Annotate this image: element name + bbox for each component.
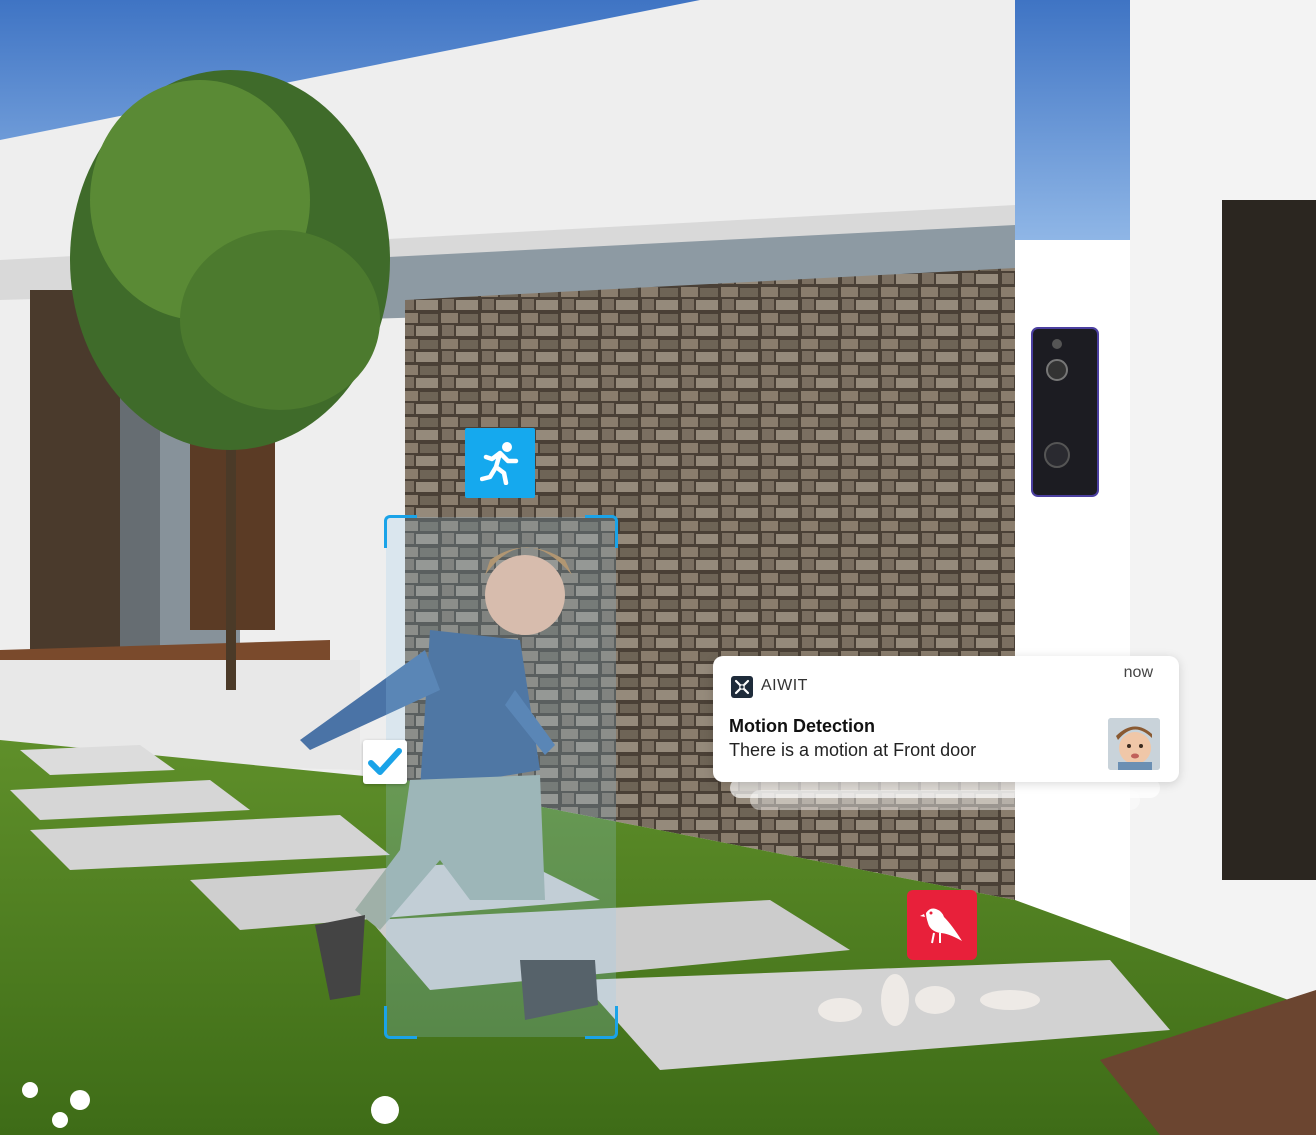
notification-app-name: AIWIT — [761, 677, 808, 694]
detection-frame — [384, 515, 618, 1039]
notification-body: There is a motion at Front door — [729, 740, 977, 760]
confirmed-check-badge — [363, 740, 407, 784]
running-person-icon — [480, 442, 519, 485]
frame-corner-top-right — [585, 515, 618, 548]
wooden-door — [1222, 200, 1316, 880]
person-motion-badge — [465, 428, 535, 498]
scene-illustration — [0, 0, 1316, 1135]
child-avatar — [1108, 718, 1160, 770]
animal-motion-badge — [907, 890, 977, 960]
notification-title: Motion Detection — [729, 716, 875, 736]
video-doorbell — [1031, 327, 1099, 497]
frame-corner-bottom-right — [585, 1006, 618, 1039]
notification-time: now — [1123, 664, 1153, 681]
frame-corner-top-left — [384, 515, 417, 548]
frame-corner-bottom-left — [384, 1006, 417, 1039]
doorbell-scene — [0, 0, 1316, 1135]
motion-notification[interactable]: AIWIT now Motion Detection There is a mo… — [713, 656, 1179, 782]
aiwit-logo-icon — [731, 676, 753, 698]
bird-icon — [920, 908, 962, 944]
checkmark-icon — [368, 748, 402, 775]
